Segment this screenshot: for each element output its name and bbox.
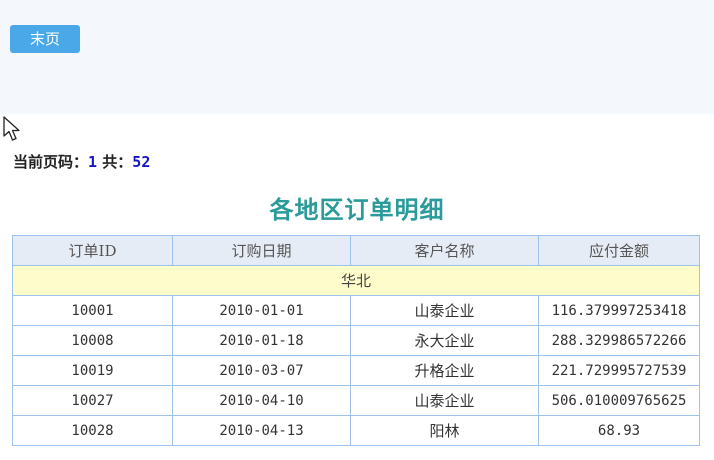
orders-table: 订单ID 订购日期 客户名称 应付金额 华北 10001 2010-01-01 …: [12, 235, 700, 446]
customer-name-cell: 山泰企业: [350, 295, 539, 326]
order-date-cell: 2010-01-18: [172, 325, 351, 356]
order-date-cell: 2010-04-10: [172, 385, 351, 416]
column-header-amount-due: 应付金额: [538, 235, 700, 266]
column-header-order-date: 订购日期: [172, 235, 351, 266]
table-row: 10001 2010-01-01 山泰企业 116.379997253418: [12, 295, 700, 326]
order-id-cell: 10028: [12, 415, 173, 446]
amount-due-cell: 221.729995727539: [538, 355, 700, 386]
order-date-cell: 2010-01-01: [172, 295, 351, 326]
amount-due-cell: 506.010009765625: [538, 385, 700, 416]
table-row: 10008 2010-01-18 永大企业 288.329986572266: [12, 325, 700, 356]
order-id-cell: 10008: [12, 325, 173, 356]
table-row: 10027 2010-04-10 山泰企业 506.010009765625: [12, 385, 700, 416]
page-indicator: 当前页码：1 共：52: [13, 151, 150, 172]
mouse-pointer-icon: [3, 116, 20, 141]
column-header-customer-name: 客户名称: [350, 235, 539, 266]
amount-due-cell: 288.329986572266: [538, 325, 700, 356]
table-row: 10028 2010-04-13 阳林 68.93: [12, 415, 700, 446]
customer-name-cell: 山泰企业: [350, 385, 539, 416]
last-page-button[interactable]: 末页: [10, 25, 80, 53]
total-pages-label: 共：: [102, 153, 133, 171]
current-page-number: 1: [88, 153, 98, 171]
toolbar: 末页: [0, 0, 714, 114]
group-label: 华北: [12, 265, 700, 296]
order-id-cell: 10001: [12, 295, 173, 326]
table-row: 10019 2010-03-07 升格企业 221.729995727539: [12, 355, 700, 386]
customer-name-cell: 阳林: [350, 415, 539, 446]
order-date-cell: 2010-04-13: [172, 415, 351, 446]
table-header-row: 订单ID 订购日期 客户名称 应付金额: [12, 235, 700, 266]
order-date-cell: 2010-03-07: [172, 355, 351, 386]
order-id-cell: 10019: [12, 355, 173, 386]
column-header-order-id: 订单ID: [12, 235, 173, 266]
amount-due-cell: 116.379997253418: [538, 295, 700, 326]
amount-due-cell: 68.93: [538, 415, 700, 446]
report-title: 各地区订单明细: [269, 195, 445, 224]
total-pages-number: 52: [132, 153, 151, 171]
customer-name-cell: 永大企业: [350, 325, 539, 356]
customer-name-cell: 升格企业: [350, 355, 539, 386]
current-page-label: 当前页码：: [13, 153, 89, 171]
order-id-cell: 10027: [12, 385, 173, 416]
group-row: 华北: [12, 265, 700, 296]
